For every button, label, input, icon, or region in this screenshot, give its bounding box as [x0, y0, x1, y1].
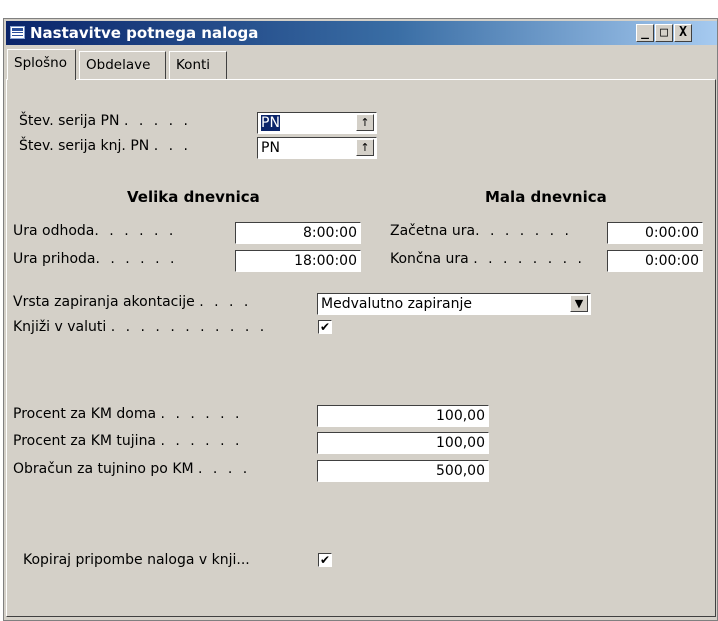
setup-window: Nastavitve potnega naloga _ □ X Splošno … — [3, 18, 718, 621]
obracun-tujnino-field[interactable]: 500,00 — [317, 460, 489, 482]
close-button[interactable]: X — [674, 24, 692, 42]
maximize-button[interactable]: □ — [655, 24, 673, 42]
vrsta-zapiranja-label: Vrsta zapiranja akontacije . . . . — [13, 294, 252, 310]
minimize-button[interactable]: _ — [636, 24, 654, 42]
procent-km-tujina-label: Procent za KM tujina . . . . . . — [13, 433, 243, 449]
obracun-tujnino-label: Obračun za tujnino po KM . . . . — [13, 461, 251, 477]
kopiraj-pripombe-checkbox[interactable]: ✔ — [318, 553, 332, 567]
vrsta-zapiranja-select[interactable]: Medvalutno zapiranje ▼ — [317, 293, 591, 315]
tab-splosno[interactable]: Splošno — [7, 49, 76, 80]
zacetna-ura-field[interactable]: 0:00:00 — [607, 222, 703, 244]
ura-prihoda-field[interactable]: 18:00:00 — [235, 250, 361, 272]
serija-pn-field[interactable]: PN ↑ — [257, 112, 377, 134]
mala-dnevnica-header: Mala dnevnica — [485, 188, 607, 206]
knjizi-v-valuti-label: Knjiži v valuti . . . . . . . . . . . — [13, 319, 268, 335]
ura-prihoda-label: Ura prihoda. . . . . . — [13, 251, 178, 267]
lookup-arrow-icon[interactable]: ↑ — [356, 114, 374, 131]
koncna-ura-field[interactable]: 0:00:00 — [607, 250, 703, 272]
serija-knj-pn-label: Štev. serija knj. PN . . . — [19, 138, 191, 154]
kopiraj-pripombe-label: Kopiraj pripombe naloga v knji... — [23, 552, 250, 568]
window-title: Nastavitve potnega naloga — [30, 24, 259, 42]
koncna-ura-label: Končna ura . . . . . . . . — [390, 251, 585, 267]
title-bar[interactable]: Nastavitve potnega naloga _ □ X — [6, 21, 717, 45]
velika-dnevnica-header: Velika dnevnica — [127, 188, 260, 206]
ura-odhoda-label: Ura odhoda. . . . . . — [13, 223, 177, 239]
procent-km-doma-field[interactable]: 100,00 — [317, 405, 489, 427]
serija-knj-pn-field[interactable]: PN ↑ — [257, 137, 377, 159]
procent-km-doma-label: Procent za KM doma . . . . . . — [13, 406, 243, 422]
zacetna-ura-label: Začetna ura. . . . . . . — [390, 223, 572, 239]
tab-konti[interactable]: Konti — [169, 51, 227, 79]
procent-km-tujina-field[interactable]: 100,00 — [317, 432, 489, 454]
knjizi-v-valuti-checkbox[interactable]: ✔ — [318, 320, 332, 334]
form-icon — [10, 26, 25, 39]
serija-pn-label: Štev. serija PN . . . . . — [19, 113, 191, 129]
chevron-down-icon[interactable]: ▼ — [570, 295, 588, 312]
tab-obdelave[interactable]: Obdelave — [79, 51, 166, 79]
general-tab-panel: Štev. serija PN . . . . . PN ↑ Štev. ser… — [6, 79, 716, 617]
lookup-arrow-icon[interactable]: ↑ — [356, 139, 374, 156]
ura-odhoda-field[interactable]: 8:00:00 — [235, 222, 361, 244]
